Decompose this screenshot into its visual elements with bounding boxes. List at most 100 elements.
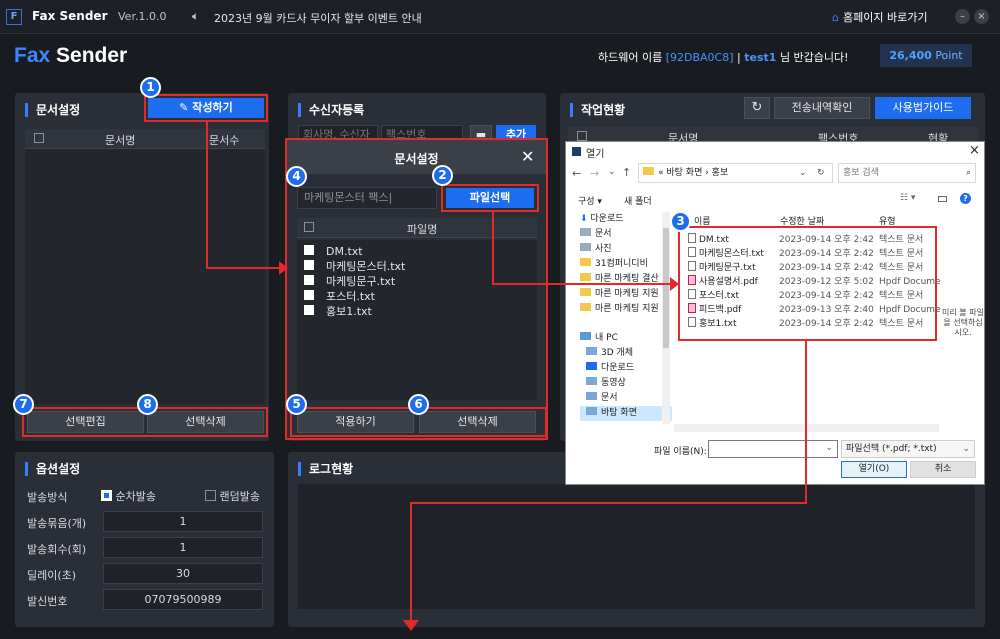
nav-item[interactable]: 바탕 화면 [580,406,672,421]
repeat-input[interactable]: 1 [103,537,263,558]
delay-label: 딜레이(초) [27,569,77,582]
file-row[interactable]: 마케팅문구.txt [297,274,537,289]
nav-item[interactable]: ⬇ 다운로드 [580,212,672,227]
arrow-line [410,502,807,504]
down-arrow-icon: ⬇ [580,214,591,224]
file-checkbox[interactable] [304,290,314,300]
file-name: 마케팅문구.txt [326,275,396,288]
app-logo-icon: F [6,9,22,25]
nav-item[interactable]: 마른 마케팅 지원 [580,287,672,302]
explorer-close-icon[interactable]: × [969,143,980,158]
batch-input[interactable]: 1 [103,511,263,532]
sequential-radio[interactable]: 순차발송 [101,488,156,504]
nav-label: 다운로드 [590,214,624,224]
step-badge-6: 6 [408,394,429,415]
user-info: 하드웨어 이름 [92DBA0C8] | test1 님 반갑습니다! [598,49,849,65]
forward-arrow-icon[interactable]: → [590,167,599,180]
file-checkbox[interactable] [304,275,314,285]
apply-button[interactable]: 적용하기 [297,411,414,433]
file-type-filter[interactable]: 파일선택 (*.pdf; *.txt) ⌄ [841,440,975,458]
select-file-button[interactable]: 파일선택 [446,188,534,208]
window-icon [572,147,581,156]
write-button-highlight: ✎ 작성하기 [144,94,268,122]
nav-scrollbar[interactable] [662,212,670,424]
refresh-icon[interactable]: ↻ [744,97,770,119]
folder-icon [580,273,591,281]
nav-item[interactable]: 31컴퍼니디비 [580,257,672,272]
cancel-button[interactable]: 취소 [910,461,976,478]
write-button[interactable]: ✎ 작성하기 [148,98,264,118]
doc-table-header: 문서명 문서수 [25,129,265,149]
random-radio[interactable]: 랜덤발송 [205,488,260,504]
explorer-search-input[interactable]: 홍보 검색 ⌕ [838,163,976,183]
back-arrow-icon[interactable]: ← [572,167,581,180]
guide-button[interactable]: 사용법가이드 [875,97,971,119]
recent-chevron-icon[interactable]: ⌄ [608,167,616,177]
checked-box-icon [101,490,112,501]
log-title: 로그현황 [298,462,353,476]
nav-item[interactable]: 사진 [580,242,672,257]
doc-dialog-header: 문서설정 ✕ [287,140,546,174]
repeat-label: 발송회수(회) [27,543,87,556]
select-all-jobs-checkbox[interactable] [577,131,587,141]
nav-label: 3D 개체 [601,348,634,358]
open-button[interactable]: 열기(O) [841,461,907,478]
file-row[interactable]: DM.txt [297,244,537,259]
file-checkbox[interactable] [304,305,314,315]
folder-icon [643,167,654,175]
edit-selected-button[interactable]: 선택편집 [27,411,144,433]
select-all-files-checkbox[interactable] [304,222,314,232]
history-button[interactable]: 전송내역확인 [774,97,870,119]
nav-label: 동영상 [601,378,626,388]
app-version: Ver.1.0.0 [118,10,167,23]
nav-this-pc[interactable]: 내 PC [580,331,672,346]
file-row[interactable]: 포스터.txt [297,289,537,304]
file-checkbox[interactable] [304,245,314,255]
options-panel: 옵션설정 발송방식 순차발송 랜덤발송 발송묶음(개) 1 발송회수(회) 1 … [15,452,274,627]
step-badge-2: 2 [432,165,453,186]
greeting: 님 반갑습니다! [779,51,849,64]
nav-item[interactable]: 문서 [580,391,672,406]
delete-selected-button[interactable]: 선택삭제 [147,411,264,433]
delay-input[interactable]: 30 [103,563,263,584]
organize-menu[interactable]: 구성 ▾ [578,194,602,207]
separator: | [737,51,741,64]
homepage-link-label: 홈페이지 바로가기 [842,11,928,24]
nav-item[interactable]: 동영상 [580,376,672,391]
arrow-head-icon [670,277,679,291]
file-row[interactable]: 마케팅몬스터.txt [297,259,537,274]
refresh-icon: ↻ [817,168,825,178]
point-balance: 26,400 Point [880,44,972,67]
nav-item[interactable]: 3D 개체 [580,346,672,361]
close-icon[interactable]: ✕ [521,147,534,166]
nav-item[interactable]: 다운로드 [580,361,672,376]
delete-files-button[interactable]: 선택삭제 [419,411,536,433]
help-icon[interactable]: ? [960,193,971,204]
select-all-checkbox[interactable] [34,133,44,143]
file-row[interactable]: 홍보1.txt [297,304,537,319]
arrow-head-icon [403,620,419,631]
close-button[interactable]: × [974,9,989,24]
notice-link[interactable]: 2023년 9월 카드사 무이자 할부 이벤트 안내 [214,10,422,26]
nav-item[interactable]: 문서 [580,227,672,242]
up-arrow-icon[interactable]: ↑ [622,166,631,179]
preview-pane-icon[interactable] [938,196,947,202]
new-folder-button[interactable]: 새 폴더 [624,194,652,207]
nav-item[interactable]: 마른 마케팅 지원 [580,302,672,317]
edit-icon: ✎ [179,101,193,114]
address-bar[interactable]: « 바탕 화면 › 홍보 ⌄ ↻ [638,163,833,183]
minimize-button[interactable]: – [955,9,970,24]
homepage-link[interactable]: ⌂ 홈페이지 바로가기 [832,9,927,25]
random-label: 랜덤발송 [219,490,260,503]
sender-number-input[interactable]: 07079500989 [103,589,263,610]
file-checkbox[interactable] [304,260,314,270]
filename-input[interactable]: ⌄ [708,440,838,458]
nav-label: 마른 마케팅 지원 [595,304,659,314]
file-name: DM.txt [326,245,363,258]
address-path: « 바탕 화면 › 홍보 [658,168,729,178]
doc-name-input[interactable]: 마케팅몬스터 팩스| [297,187,437,209]
view-options-icon[interactable]: ☷ ▾ [900,193,915,203]
folder-icon [586,407,597,415]
file-list: DM.txt 마케팅몬스터.txt 마케팅문구.txt 포스터.txt 홍보1.txt [297,240,537,400]
computer-icon [580,332,591,340]
